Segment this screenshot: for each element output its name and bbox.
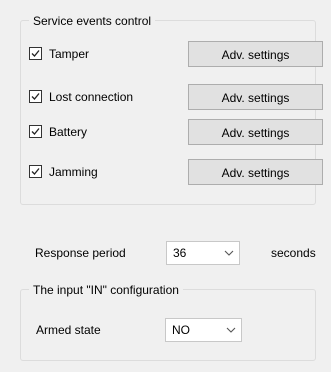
lost-connection-label: Lost connection <box>49 90 134 104</box>
battery-adv-settings-button[interactable]: Adv. settings <box>188 119 323 145</box>
check-icon <box>31 168 40 175</box>
response-period-unit: seconds <box>271 246 316 260</box>
armed-state-select[interactable]: NO <box>165 318 242 342</box>
tamper-adv-settings-button[interactable]: Adv. settings <box>188 41 323 67</box>
lost-connection-adv-settings-button[interactable]: Adv. settings <box>188 84 323 110</box>
jamming-label: Jamming <box>49 165 98 179</box>
jamming-row: Jamming Adv. settings <box>29 159 323 185</box>
response-period-select[interactable]: 36 <box>166 241 240 265</box>
input-in-group: The input "IN" configuration Armed state… <box>20 282 316 361</box>
battery-row: Battery Adv. settings <box>29 119 323 145</box>
jamming-adv-settings-button[interactable]: Adv. settings <box>188 159 323 185</box>
check-icon <box>31 50 40 57</box>
chevron-down-icon <box>224 250 234 256</box>
lost-connection-row: Lost connection Adv. settings <box>29 84 323 110</box>
input-in-title: The input "IN" configuration <box>29 282 183 298</box>
check-icon <box>31 128 40 135</box>
armed-state-label: Armed state <box>36 323 101 337</box>
tamper-checkbox[interactable] <box>29 47 42 60</box>
armed-state-value: NO <box>172 323 190 337</box>
battery-checkbox[interactable] <box>29 125 42 138</box>
service-events-group: Service events control Tamper Adv. setti… <box>20 13 323 205</box>
lost-connection-checkbox[interactable] <box>29 90 42 103</box>
response-period-value: 36 <box>173 246 187 260</box>
service-events-title: Service events control <box>29 13 156 29</box>
jamming-checkbox[interactable] <box>29 165 42 178</box>
chevron-down-icon <box>226 327 236 333</box>
tamper-row: Tamper Adv. settings <box>29 41 323 67</box>
check-icon <box>31 93 40 100</box>
battery-label: Battery <box>49 125 88 139</box>
response-period-label: Response period <box>35 246 126 260</box>
tamper-label: Tamper <box>49 47 90 61</box>
